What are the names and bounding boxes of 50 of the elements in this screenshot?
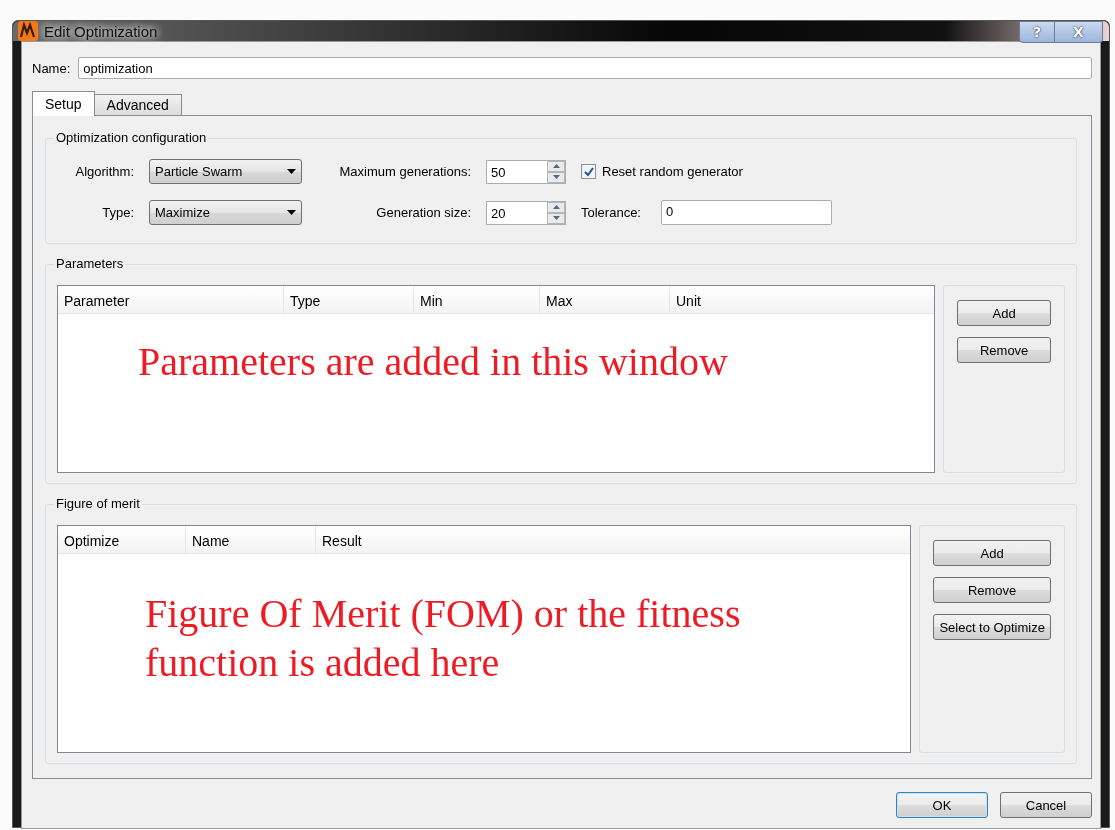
checkbox-label: Reset random generator <box>602 164 743 179</box>
column-header[interactable]: Name <box>186 526 316 553</box>
checkbox[interactable] <box>581 164 596 179</box>
down-arrow-icon <box>552 216 560 220</box>
field-label: Maximum generations: <box>338 164 471 179</box>
column-header[interactable]: Type <box>284 286 414 313</box>
group-title: Figure of merit <box>54 496 142 511</box>
tolerance-field[interactable]: 0 <box>661 200 832 225</box>
dropdown-arrow-icon <box>287 210 296 215</box>
name-field[interactable]: optimization <box>78 57 1092 79</box>
field-label: Algorithm: <box>74 164 134 179</box>
data-table[interactable]: Parameter Type Min Max Unit Parameters are added in this window <box>57 285 936 473</box>
column-header[interactable]: Parameter <box>58 286 284 313</box>
app-logo-icon <box>18 21 38 41</box>
down-arrow-icon <box>552 175 560 179</box>
field-label: Tolerance: <box>581 205 641 220</box>
spin-box[interactable]: 50 <box>486 159 566 184</box>
group-title: Parameters <box>54 256 126 271</box>
push-button[interactable]: Add <box>933 540 1051 566</box>
column-header[interactable]: Optimize <box>58 526 186 553</box>
tab[interactable]: Setup <box>32 91 95 116</box>
push-button[interactable]: Remove <box>933 577 1051 603</box>
spin-down-button[interactable] <box>547 212 565 224</box>
dropdown[interactable]: Particle Swarm <box>149 159 302 184</box>
field-label: Type: <box>101 205 134 220</box>
push-button[interactable]: Add <box>957 300 1051 326</box>
annotation-text: Figure Of Merit (FOM) or the fitness function is added here <box>145 590 742 687</box>
annotation-text: Parameters are added in this window <box>138 338 729 386</box>
dropdown-arrow-icon <box>287 169 296 174</box>
field-label: Name: <box>32 60 71 76</box>
spin-box[interactable]: 20 <box>486 200 566 225</box>
field-label: Generation size: <box>375 205 471 220</box>
push-button[interactable]: Remove <box>957 337 1051 363</box>
up-arrow-icon <box>552 164 560 168</box>
push-button[interactable]: OK <box>896 792 988 818</box>
spin-up-button[interactable] <box>547 201 565 213</box>
up-arrow-icon <box>552 205 560 209</box>
column-header[interactable]: Result <box>316 526 911 553</box>
tab[interactable]: Advanced <box>93 94 182 115</box>
group-title: Optimization configuration <box>54 130 209 145</box>
window-title: Edit Optimization <box>44 22 158 40</box>
push-button[interactable]: Cancel <box>1000 792 1092 818</box>
spin-up-button[interactable] <box>547 160 565 172</box>
column-header[interactable]: Unit <box>670 286 935 313</box>
dropdown[interactable]: Maximize <box>149 200 302 225</box>
data-table[interactable]: Optimize Name Result Figure Of Merit (FOM) or the fitness function is added here <box>57 525 912 753</box>
column-header[interactable]: Max <box>540 286 670 313</box>
push-button[interactable]: Select to Optimize <box>933 614 1051 640</box>
column-header[interactable]: Min <box>414 286 540 313</box>
spin-down-button[interactable] <box>547 171 565 183</box>
